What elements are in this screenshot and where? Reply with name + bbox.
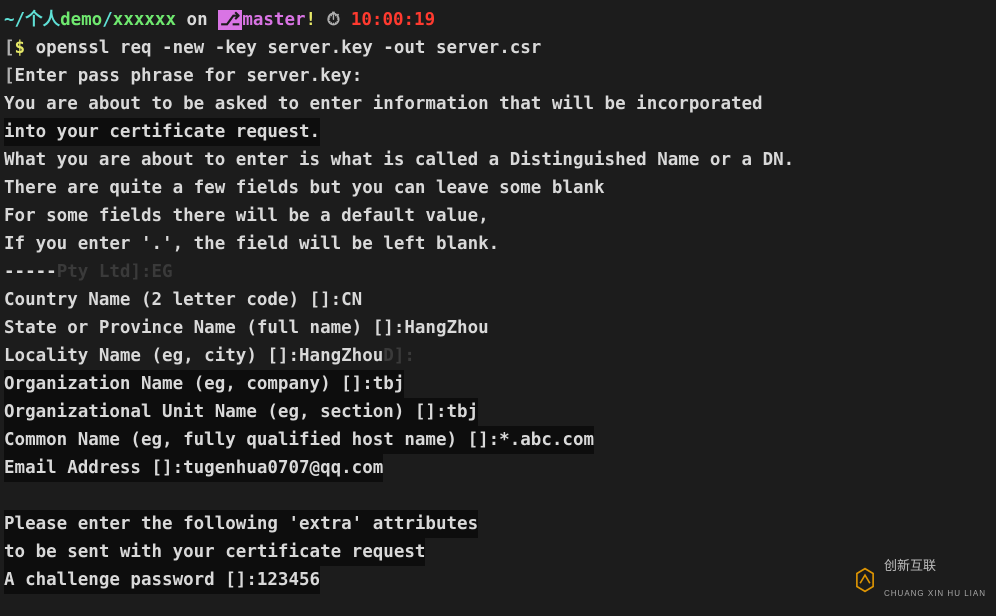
prompt-demo: demo — [60, 10, 102, 30]
output-line: Organizational Unit Name (eg, section) [… — [4, 398, 478, 426]
output-line: For some fields there will be a default … — [4, 202, 992, 230]
shell-prompt: ~/个人demo/xxxxxx on ⎇master! ⏱ 10:00:19 — [4, 6, 992, 34]
output-line: -----Pty Ltd]:EG — [4, 258, 992, 286]
prompt-slash: / — [102, 10, 113, 30]
watermark: 创新互联 CHUANG XIN HU LIAN — [852, 552, 986, 608]
prompt-symbol: $ — [15, 38, 36, 58]
prompt-path-home: ~/ — [4, 10, 25, 30]
branch-icon: ⎇ — [218, 10, 242, 30]
prompt-lbracket: [ — [4, 38, 15, 58]
ghost-text: D]: — [383, 346, 415, 366]
prompt-time: 10:00:19 — [351, 10, 435, 30]
output-line: There are quite a few fields but you can… — [4, 174, 992, 202]
output-line: Organization Name (eg, company) []:tbj — [4, 370, 404, 398]
watermark-sub: CHUANG XIN HU LIAN — [884, 580, 986, 608]
output-line: State or Province Name (full name) []:Ha… — [4, 314, 992, 342]
output-line: Email Address []:tugenhua0707@qq.com — [4, 454, 383, 482]
output-line: to be sent with your certificate request — [4, 538, 425, 566]
output-line: Locality Name (eg, city) []:HangZhouD]: — [4, 342, 992, 370]
output-line: What you are about to enter is what is c… — [4, 146, 992, 174]
output-line: A challenge password []:123456 — [4, 566, 320, 594]
command-text: openssl req -new -key server.key -out se… — [36, 38, 542, 58]
output-line: Please enter the following 'extra' attri… — [4, 510, 478, 538]
prompt-path-seg1: 个人 — [25, 10, 60, 30]
output-line: [Enter pass phrase for server.key: — [4, 62, 992, 90]
command-line[interactable]: [$ openssl req -new -key server.key -out… — [4, 34, 992, 62]
output-line: into your certificate request. — [4, 118, 320, 146]
ghost-text: Pty Ltd]:EG — [57, 262, 173, 282]
prompt-on: on — [176, 10, 218, 30]
output-line: Common Name (eg, fully qualified host na… — [4, 426, 594, 454]
clock-icon: ⏱ — [327, 10, 341, 30]
output-line: Country Name (2 letter code) []:CN — [4, 286, 992, 314]
prompt-lbracket2: [ — [4, 66, 15, 86]
watermark-text: 创新互联 CHUANG XIN HU LIAN — [884, 552, 986, 608]
branch-name: master — [242, 10, 305, 30]
prompt-xxx: xxxxxx — [113, 10, 176, 30]
watermark-brand: 创新互联 — [884, 558, 936, 573]
output-line: If you enter '.', the field will be left… — [4, 230, 992, 258]
branch-bang: ! — [306, 10, 317, 30]
output-line: You are about to be asked to enter infor… — [4, 90, 992, 118]
watermark-logo-icon — [852, 567, 878, 593]
